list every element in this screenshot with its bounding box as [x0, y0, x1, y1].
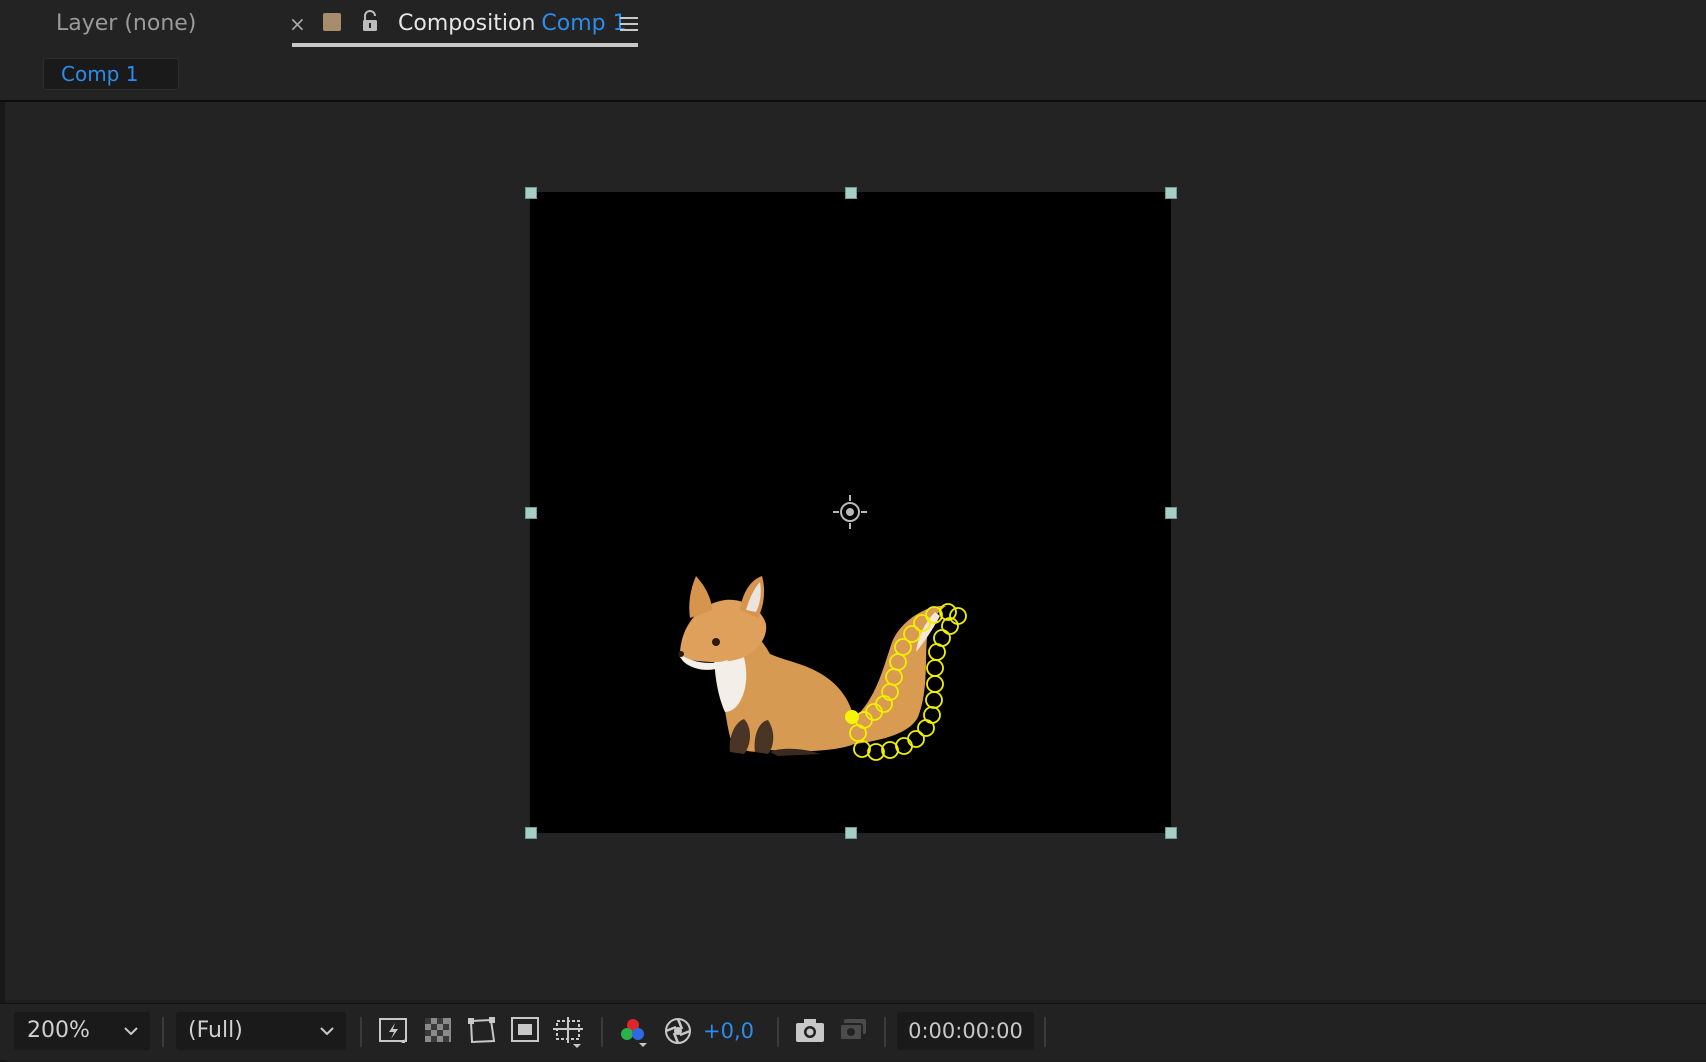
transform-handle-bottom-right[interactable]: [1165, 827, 1177, 839]
toolbar-divider: [162, 1017, 164, 1047]
toolbar-divider: [601, 1017, 603, 1047]
reset-exposure-icon[interactable]: [664, 1017, 692, 1049]
toolbar-divider: [360, 1017, 362, 1047]
close-tab-icon[interactable]: ×: [289, 13, 306, 35]
fast-previews-icon[interactable]: [379, 1017, 409, 1049]
transparency-grid-icon[interactable]: [424, 1017, 452, 1047]
guides-options-icon[interactable]: [553, 1017, 585, 1053]
layer-panel-tab[interactable]: Layer (none): [56, 10, 196, 38]
composition-navigator: Comp 1: [0, 50, 1706, 102]
transform-handle-top-right[interactable]: [1165, 187, 1177, 199]
anchor-point-icon: [833, 495, 867, 529]
transform-handle-top-center[interactable]: [845, 187, 857, 199]
toolbar-divider: [1044, 1017, 1046, 1047]
active-tab-indicator: [292, 43, 638, 47]
fox-artwork: [678, 495, 967, 761]
resolution-value: (Full): [188, 1018, 243, 1043]
chevron-down-icon: [320, 1027, 334, 1035]
tab-bar: Layer (none) × Composition Comp 1: [0, 0, 1706, 50]
region-of-interest-icon[interactable]: [511, 1017, 539, 1047]
composition-tab[interactable]: Composition Comp 1: [398, 10, 627, 38]
transform-handle-middle-left[interactable]: [525, 507, 537, 519]
mask-visibility-icon[interactable]: [467, 1017, 497, 1049]
exposure-value[interactable]: +0,0: [703, 1014, 754, 1048]
comp-flowchart-chip[interactable]: Comp 1: [43, 58, 179, 90]
magnification-dropdown[interactable]: 200%: [14, 1012, 150, 1050]
composition-tab-label: Composition: [398, 11, 536, 36]
lock-open-icon[interactable]: [361, 10, 379, 36]
current-time-display[interactable]: 0:00:00:00: [897, 1012, 1034, 1050]
resolution-dropdown[interactable]: (Full): [176, 1012, 346, 1050]
composition-canvas[interactable]: [530, 192, 1171, 833]
transform-handle-bottom-left[interactable]: [525, 827, 537, 839]
show-snapshot-icon[interactable]: [838, 1017, 868, 1047]
toolbar-divider: [777, 1017, 779, 1047]
magnification-value: 200%: [27, 1018, 90, 1043]
viewer-toolbar: 200% (Full) +0,0 0:00:00:00: [0, 1003, 1706, 1060]
chevron-down-icon: [124, 1027, 138, 1035]
label-color-swatch[interactable]: [323, 13, 341, 31]
panel-menu-icon[interactable]: [620, 16, 638, 36]
transform-handle-bottom-center[interactable]: [845, 827, 857, 839]
transform-handle-top-left[interactable]: [525, 187, 537, 199]
color-channels-icon[interactable]: [619, 1017, 649, 1053]
snapshot-icon[interactable]: [795, 1017, 825, 1047]
composition-tab-name: Comp 1: [541, 11, 627, 36]
transform-handle-middle-right[interactable]: [1165, 507, 1177, 519]
toolbar-divider: [884, 1017, 886, 1047]
